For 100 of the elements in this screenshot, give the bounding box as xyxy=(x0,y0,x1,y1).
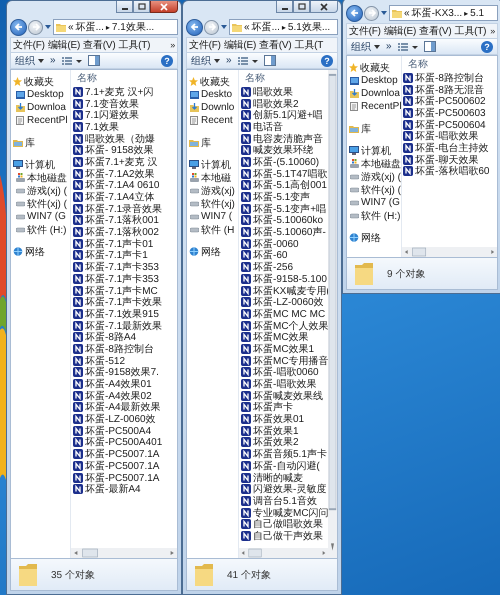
forward-button[interactable] xyxy=(28,20,43,34)
caret-icon[interactable] xyxy=(45,25,51,29)
file-item[interactable]: 坏蛋MC个人效果 xyxy=(241,320,328,332)
file-item[interactable]: 坏蛋MC专用播音 xyxy=(241,354,328,366)
file-item[interactable]: 坏蛋-5.1T47唱歌 xyxy=(241,168,328,180)
nav-item[interactable]: WIN7 ( xyxy=(187,210,238,223)
file-item[interactable]: 坏蛋-8路无混音 xyxy=(403,84,497,96)
file-item[interactable]: 坏蛋-7.1落秋002 xyxy=(73,226,177,238)
column-header[interactable]: 名称 xyxy=(71,70,177,86)
file-item[interactable]: 坏蛋-7.1A4立体 xyxy=(73,191,177,203)
forward-button[interactable] xyxy=(364,6,379,20)
breadcrumb-separator[interactable]: ▸ xyxy=(282,22,286,32)
menu-item[interactable]: 工具(T) xyxy=(118,38,150,52)
address-bar[interactable]: « 坏蛋-KX3... ▸ 5.1 xyxy=(389,5,498,21)
file-item[interactable]: 坏蛋MC效果1 xyxy=(241,343,328,355)
nav-item[interactable]: Desktop xyxy=(11,88,70,101)
file-item[interactable]: 坏蛋喊麦效果线 xyxy=(241,390,328,402)
nav-item[interactable]: 收藏夹 xyxy=(347,61,401,74)
breadcrumb-item[interactable]: 5.1效果... xyxy=(288,20,330,34)
nav-item[interactable]: Downlo xyxy=(187,101,238,114)
horizontal-scrollbar[interactable] xyxy=(402,247,497,257)
maximize-button[interactable] xyxy=(293,1,310,13)
file-item[interactable]: 喊麦效果环绕 xyxy=(241,144,328,156)
file-item[interactable]: 闪避效果-灵敏度 xyxy=(241,483,328,496)
file-item[interactable]: 坏蛋-PC500A401 xyxy=(73,436,177,448)
nav-item[interactable]: 本地磁盘 xyxy=(11,171,70,184)
file-item[interactable]: 坏蛋-256 xyxy=(241,261,328,273)
menu-item[interactable]: 查看(V) xyxy=(419,24,452,38)
nav-item[interactable]: 游戏(xj) ( xyxy=(11,184,70,197)
nav-item[interactable]: 软件 (H xyxy=(187,223,238,236)
file-item[interactable]: 坏蛋-512 xyxy=(73,354,177,366)
file-item[interactable]: 坏蛋-7.1录音效果 xyxy=(73,202,177,215)
file-item[interactable]: 坏蛋-PC5007.1A xyxy=(73,460,177,472)
breadcrumb-overflow[interactable]: « xyxy=(244,22,250,32)
file-item[interactable]: 7.1+麦克 汉+闪 xyxy=(73,86,177,98)
breadcrumb-item[interactable]: 7.1效果... xyxy=(112,20,154,34)
column-header[interactable]: 名称 xyxy=(239,70,328,86)
more-menu-button[interactable]: » xyxy=(170,40,175,50)
nav-item[interactable]: 网络 xyxy=(11,245,70,258)
nav-item[interactable]: 网络 xyxy=(187,245,238,258)
menu-item[interactable]: 文件(F) xyxy=(13,38,45,52)
file-item[interactable]: 坏蛋效果01 xyxy=(241,413,328,425)
nav-item[interactable]: 收藏夹 xyxy=(11,75,70,88)
vertical-scrollbar[interactable] xyxy=(328,70,337,558)
preview-pane-icon[interactable] xyxy=(424,41,436,52)
file-item[interactable]: 专业喊麦MC闪问 xyxy=(241,506,328,518)
file-item[interactable]: 坏蛋-LZ-0060效 xyxy=(73,413,177,425)
file-item[interactable]: 坏蛋-A4效果01 xyxy=(73,378,177,390)
back-button[interactable] xyxy=(186,18,203,36)
address-bar[interactable]: « 坏蛋... ▸ 5.1效果... xyxy=(229,19,338,35)
file-item[interactable]: 坏蛋- 9158效果 xyxy=(73,144,177,156)
file-item[interactable]: 坏蛋-9158效果7. xyxy=(73,366,177,378)
organize-button[interactable]: 组织 xyxy=(15,54,44,68)
menu-item[interactable]: 文件(F) xyxy=(189,38,221,52)
file-item[interactable]: 坏蛋-7.1声卡效果 xyxy=(73,296,177,308)
file-item[interactable]: 坏蛋-最新A4 xyxy=(73,483,177,496)
nav-item[interactable]: 软件 (H:) xyxy=(347,209,401,222)
file-item[interactable]: 坏蛋-5.1变声+唱 xyxy=(241,202,328,215)
file-item[interactable]: 7.1闪避效果 xyxy=(73,109,177,122)
breadcrumb-separator[interactable]: ▸ xyxy=(106,22,110,32)
file-item[interactable]: 坏蛋-PC500A4 xyxy=(73,424,177,437)
file-item[interactable]: 电容麦清脆声音 xyxy=(241,132,328,144)
file-item[interactable]: 7.1变音效果 xyxy=(73,98,177,110)
file-item[interactable]: 坏蛋-60 xyxy=(241,250,328,262)
file-item[interactable]: 唱歌效果（劲爆 xyxy=(73,132,177,144)
file-item[interactable]: 坏蛋-聊天效果 xyxy=(403,154,497,166)
column-header[interactable]: 名称 xyxy=(402,56,497,72)
file-item[interactable]: 唱歌效果 xyxy=(241,86,328,98)
file-item[interactable]: 坏蛋-0060 xyxy=(241,238,328,250)
file-item[interactable]: 坏蛋-7.1A2效果 xyxy=(73,168,177,180)
organize-button[interactable]: 组织 xyxy=(191,54,220,68)
file-item[interactable]: 坏蛋-7.1声卡353 xyxy=(73,273,177,285)
menu-item[interactable]: 工具(T) xyxy=(454,24,486,38)
file-item[interactable]: 坏蛋MC MC MC xyxy=(241,308,328,320)
nav-item[interactable]: 软件(xj) ( xyxy=(347,183,401,196)
file-item[interactable]: 坏蛋-(5.10060) xyxy=(241,156,328,168)
file-item[interactable]: 坏蛋-落秋唱歌60 xyxy=(403,166,497,178)
file-item[interactable]: 坏蛋-7.1声卡353 xyxy=(73,261,177,273)
menu-item[interactable]: 文件(F) xyxy=(349,24,381,38)
file-item[interactable]: 坏蛋效果2 xyxy=(241,436,328,448)
close-button[interactable] xyxy=(310,1,338,13)
nav-item[interactable]: 本地磁盘 xyxy=(347,157,401,170)
file-item[interactable]: 坏蛋MC效果 xyxy=(241,331,328,344)
file-item[interactable]: 坏蛋-5.10060声- xyxy=(241,226,328,238)
nav-item[interactable]: 网络 xyxy=(347,231,401,244)
minimize-button[interactable] xyxy=(116,1,133,13)
preview-pane-icon[interactable] xyxy=(264,55,276,66)
file-item[interactable]: 坏蛋-5.1高创001 xyxy=(241,180,328,192)
help-button[interactable]: ? xyxy=(321,54,333,66)
file-item[interactable]: 坏蛋-唱歌0060 xyxy=(241,366,328,378)
file-item[interactable]: 坏蛋-PC500604 xyxy=(403,118,497,130)
menu-item[interactable]: 编辑(E) xyxy=(48,38,80,52)
caret-icon[interactable] xyxy=(221,25,227,29)
file-item[interactable]: 坏蛋-PC5007.1A xyxy=(73,472,177,484)
file-item[interactable]: 自己做干声效果 xyxy=(241,530,328,542)
view-options-icon[interactable] xyxy=(398,42,418,52)
nav-item[interactable]: RecentPl xyxy=(11,114,70,127)
file-item[interactable]: 7.1效果 xyxy=(73,121,177,133)
nav-item[interactable]: WIN7 (G xyxy=(347,196,401,209)
horizontal-scrollbar[interactable] xyxy=(71,548,177,558)
